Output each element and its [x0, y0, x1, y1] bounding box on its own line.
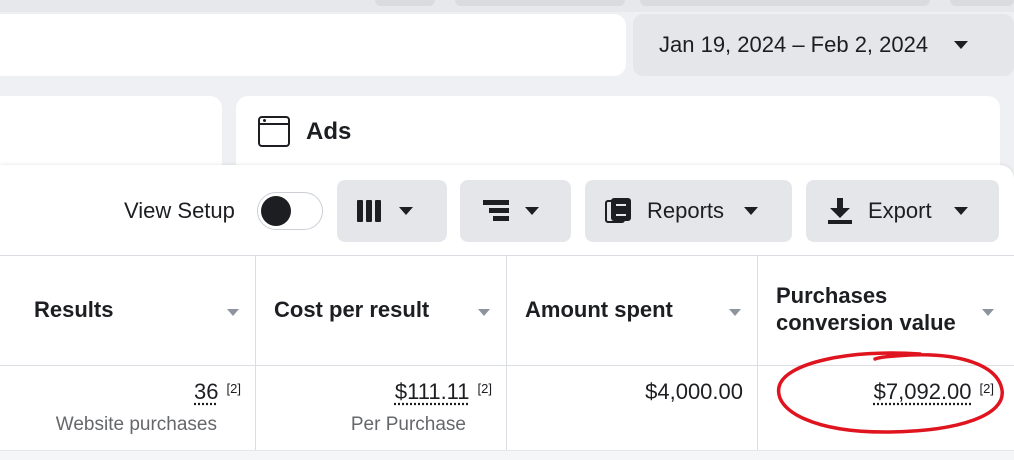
amount-spent-value: $4,000.00 — [645, 379, 743, 405]
cost-per-result-number[interactable]: $111.11 — [395, 379, 470, 404]
table-next-row — [0, 450, 1014, 460]
chevron-down-icon — [399, 207, 413, 215]
chevron-down-icon — [744, 207, 759, 215]
chevron-down-icon — [953, 207, 968, 215]
top-tab — [640, 0, 930, 6]
purchases-conversion-footnote: [2] — [979, 381, 994, 396]
column-header-cost-per-result[interactable]: Cost per result — [256, 256, 506, 366]
column-amount-spent: Amount spent $4,000.00 — [506, 256, 757, 460]
view-setup-toggle[interactable] — [257, 192, 323, 230]
tab-ads-label: Ads — [306, 118, 352, 145]
ads-table: Results 36 [2] Website purchases Cost per… — [0, 255, 1014, 460]
top-strip — [0, 0, 1014, 12]
ad-window-icon — [258, 116, 290, 147]
reports-icon — [605, 198, 633, 224]
results-number[interactable]: 36 — [194, 379, 218, 404]
results-footnote: [2] — [226, 381, 241, 396]
column-results: Results 36 [2] Website purchases — [16, 256, 255, 460]
reports-button[interactable]: Reports — [585, 180, 792, 242]
sort-caret-icon[interactable] — [227, 309, 239, 316]
column-header-purchases-conversion-value[interactable]: Purchases conversion value — [758, 256, 1014, 366]
column-title: Purchases conversion value — [776, 282, 956, 336]
table-cell-results: 36 [2] Website purchases — [16, 366, 255, 450]
toggle-knob — [261, 196, 291, 226]
columns-icon — [357, 200, 381, 222]
sort-caret-icon[interactable] — [729, 309, 741, 316]
breakdown-button[interactable] — [460, 180, 571, 242]
breakdown-icon — [483, 200, 509, 222]
sort-caret-icon[interactable] — [982, 309, 994, 316]
purchases-conversion-value: $7,092.00 [2] — [874, 379, 994, 405]
column-header-amount-spent[interactable]: Amount spent — [507, 256, 757, 366]
column-header-empty — [0, 256, 16, 366]
table-cell-purchases-conversion-value: $7,092.00 [2] — [758, 366, 1014, 450]
cost-per-result-sub: Per Purchase — [350, 414, 466, 435]
column-title: Amount spent — [525, 297, 673, 322]
reports-label: Reports — [647, 198, 725, 223]
table-cell-amount-spent: $4,000.00 — [507, 366, 757, 450]
cost-per-result-footnote: [2] — [477, 381, 492, 396]
search-bar[interactable] — [0, 14, 626, 76]
column-title: Results — [34, 297, 114, 322]
column-purchases-conversion-value: Purchases conversion value $7,092.00 [2] — [757, 256, 1014, 460]
cost-per-result-value: $111.11 [2] — [395, 379, 492, 405]
date-range-label: Jan 19, 2024 – Feb 2, 2024 — [659, 32, 929, 57]
table-cell-cost-per-result: $111.11 [2] Per Purchase — [256, 366, 506, 450]
sort-caret-icon[interactable] — [478, 309, 490, 316]
columns-button[interactable] — [337, 180, 447, 242]
column-header-results[interactable]: Results — [16, 256, 255, 366]
top-tab — [375, 0, 435, 6]
table-leading-column — [0, 256, 16, 460]
amount-spent-number: $4,000.00 — [645, 379, 743, 404]
export-label: Export — [868, 198, 932, 223]
export-button[interactable]: Export — [806, 180, 999, 242]
column-title-line: conversion value — [776, 310, 956, 335]
download-icon — [828, 198, 852, 224]
top-tab — [455, 0, 625, 6]
view-setup-label: View Setup — [124, 198, 235, 223]
column-title-line: Purchases — [776, 283, 888, 308]
results-sub: Website purchases — [55, 414, 217, 435]
chevron-down-icon — [954, 41, 969, 49]
top-tab — [950, 0, 1014, 6]
results-value: 36 [2] — [194, 379, 241, 405]
chevron-down-icon — [525, 207, 539, 215]
purchases-conversion-number[interactable]: $7,092.00 — [874, 379, 972, 404]
table-toolbar: View Setup Reports Export — [0, 165, 1014, 255]
date-range-picker[interactable]: Jan 19, 2024 – Feb 2, 2024 — [633, 14, 1014, 76]
ads-table-card: View Setup Reports Export Results 36 [2]… — [0, 165, 1014, 460]
column-title: Cost per result — [274, 297, 430, 322]
column-cost-per-result: Cost per result $111.11 [2] Per Purchase — [255, 256, 506, 460]
